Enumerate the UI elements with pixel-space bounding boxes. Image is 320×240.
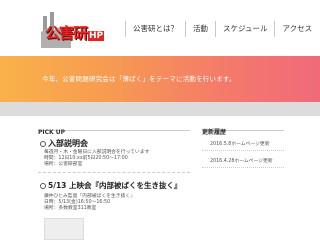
logo-name: 公害研 (45, 24, 88, 42)
bullet-icon (40, 183, 46, 189)
nav-item-about[interactable]: 公害研とは？ (125, 21, 186, 37)
update-divider (202, 150, 284, 151)
logo-hp-badge: HP (88, 31, 105, 41)
logo-text: 公害研 HP (45, 22, 105, 43)
banner-text: 今年、公害問題研究会は「薄ばく」をテーマに活動を行います。 (42, 75, 236, 83)
main-nav: 公害研とは？ 活動 スケジュール アクセス (125, 17, 319, 41)
pickup-item-line: 場所：多数教室311教室 (44, 206, 97, 212)
updates-heading-label: 更新履歴 (202, 129, 227, 136)
pickup-item-body: 鎌仲ひとみ監督『内部被ばくを生き抜く』 日時：5/13(金)16:50〜16:5… (44, 194, 135, 213)
pickup-item-title-text: 5/13 上映会『内部被ばくを生き抜く』 (48, 181, 182, 190)
pickup-heading-label: PICK UP (38, 129, 66, 136)
pickup-item-title-text: 入部説明会 (48, 139, 88, 148)
nav-item-schedule[interactable]: スケジュール (216, 21, 276, 37)
site-logo[interactable]: 公害研 HP (41, 10, 109, 48)
hero-banner: 今年、公害問題研究会は「薄ばく」をテーマに活動を行います。 (0, 56, 320, 102)
divider-strip (0, 102, 320, 116)
updates-heading: 更新履歴 (202, 119, 284, 136)
update-divider (202, 167, 284, 168)
event-thumbnail[interactable] (44, 218, 84, 240)
bullet-icon (40, 140, 46, 147)
pickup-heading: PICK UP (38, 119, 190, 136)
site-header: 公害研 HP 公害研とは？ 活動 スケジュール アクセス (0, 0, 320, 56)
item-divider (38, 172, 190, 173)
update-item[interactable]: 2016.5.8ホームページ更新 (210, 140, 270, 147)
nav-item-access[interactable]: アクセス (275, 21, 319, 37)
pickup-item-line: 場所：公害研部室 (44, 162, 83, 168)
update-item[interactable]: 2016.4.28ホームページ更新 (210, 157, 273, 164)
pickup-item-title[interactable]: 5/13 上映会『内部被ばくを生き抜く』 (40, 180, 182, 191)
pickup-item-title[interactable]: 入部説明会 (40, 138, 88, 149)
pickup-item-body: 毎週月・木・金曜日に入部説明会を行っています 時間：12日10:xx前5日20:… (44, 150, 149, 169)
nav-item-activities[interactable]: 活動 (186, 21, 216, 37)
